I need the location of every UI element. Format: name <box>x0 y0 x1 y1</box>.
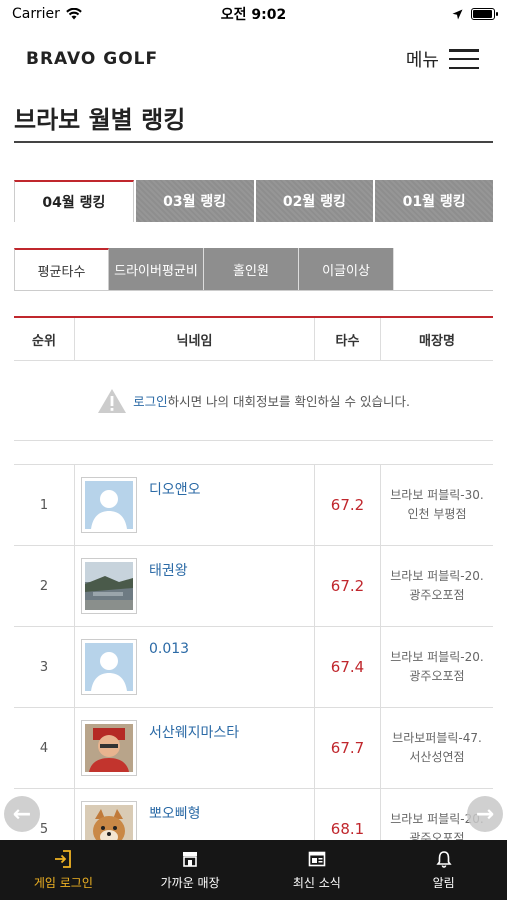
menu-button[interactable]: 메뉴 <box>406 46 479 72</box>
store-name: 브라보 퍼블릭-20. <box>390 569 484 583</box>
ranking-table: 순위 닉네임 타수 매장명 로그인하시면 나의 대회정보를 확인하실 수 있습니… <box>14 316 493 870</box>
hamburger-icon <box>449 49 479 69</box>
arrow-right-icon: → <box>475 801 495 827</box>
tab-average-strokes[interactable]: 평균타수 <box>14 248 109 290</box>
nickname-link[interactable]: 뽀오삐형 <box>149 803 201 823</box>
table-row[interactable]: 2 태권왕 67.2 브라보 퍼블릭-20. 광주오포점 <box>14 546 493 627</box>
nickname-cell: 서산웨지마스타 <box>75 708 315 788</box>
store-cell: 브라보 퍼블릭-30. 인천 부평점 <box>381 465 493 545</box>
tab-hole-in-one[interactable]: 홀인원 <box>204 248 299 290</box>
nickname-link[interactable]: 태권왕 <box>149 560 188 580</box>
store-icon <box>183 851 198 867</box>
news-icon <box>308 851 326 866</box>
store-branch: 인천 부평점 <box>407 507 467 521</box>
nickname-cell: 0.013 <box>75 627 315 707</box>
landscape-photo-icon <box>85 562 133 610</box>
nav-label: 최신 소식 <box>292 875 341 890</box>
person-photo-icon <box>85 724 133 772</box>
table-row[interactable]: 3 0.013 67.4 브라보 퍼블릭-20. 광주오포점 <box>14 627 493 708</box>
store-cell: 브라보퍼블릭-47. 서산성연점 <box>381 708 493 788</box>
avatar <box>81 558 137 614</box>
app-header: BRAVO GOLF 메뉴 <box>0 28 507 90</box>
nickname-link[interactable]: 디오앤오 <box>149 479 201 499</box>
nav-latest-news[interactable]: 최신 소식 <box>254 840 381 900</box>
table-spacer <box>14 441 493 465</box>
header-rank: 순위 <box>14 318 75 360</box>
nickname-link[interactable]: 서산웨지마스타 <box>149 722 239 742</box>
default-avatar-icon <box>85 481 133 529</box>
default-avatar-icon <box>85 643 133 691</box>
store-cell: 브라보 퍼블릭-20. 광주오포점 <box>381 627 493 707</box>
table-row[interactable]: 4 서산웨지마스타 67.7 브라보퍼블릭-47. 서산성연점 <box>14 708 493 789</box>
login-link[interactable]: 로그인 <box>133 394 168 409</box>
tab-month-04[interactable]: 04월 랭킹 <box>14 180 134 222</box>
table-row[interactable]: 1 디오앤오 67.2 브라보 퍼블릭-30. 인천 부평점 <box>14 465 493 546</box>
rank-cell: 3 <box>14 627 75 707</box>
table-header: 순위 닉네임 타수 매장명 <box>14 318 493 361</box>
nickname-cell: 디오앤오 <box>75 465 315 545</box>
store-branch: 광주오포점 <box>409 588 465 602</box>
avatar <box>81 720 137 776</box>
month-tabs: 04월 랭킹 03월 랭킹 02월 랭킹 01월 랭킹 <box>14 180 493 222</box>
score-cell: 67.2 <box>315 465 381 545</box>
title-divider <box>14 141 493 143</box>
nav-label: 게임 로그인 <box>33 875 93 890</box>
category-tabs: 평균타수 드라이버평균비 홀인원 이글이상 <box>14 248 493 291</box>
rank-cell: 1 <box>14 465 75 545</box>
nav-game-login[interactable]: 게임 로그인 <box>0 840 127 900</box>
login-icon <box>55 849 72 868</box>
store-name: 브라보퍼블릭-47. <box>392 731 482 745</box>
rank-cell: 2 <box>14 546 75 626</box>
nav-nearby-store[interactable]: 가까운 매장 <box>127 840 254 900</box>
rank-cell: 4 <box>14 708 75 788</box>
login-notice: 로그인하시면 나의 대회정보를 확인하실 수 있습니다. <box>14 361 493 441</box>
warning-icon <box>98 388 127 413</box>
store-name: 브라보 퍼블릭-30. <box>390 488 484 502</box>
header-store: 매장명 <box>419 333 455 349</box>
status-bar: Carrier 오전 9:02 <box>0 0 507 28</box>
page-title: 브라보 월별 랭킹 <box>14 106 186 134</box>
next-arrow-button[interactable]: → <box>467 796 503 832</box>
tab-month-02[interactable]: 02월 랭킹 <box>255 180 374 222</box>
store-branch: 서산성연점 <box>409 750 465 764</box>
nickname-link[interactable]: 0.013 <box>149 641 189 657</box>
tab-month-01[interactable]: 01월 랭킹 <box>375 180 493 222</box>
score-cell: 67.7 <box>315 708 381 788</box>
score-cell: 67.2 <box>315 546 381 626</box>
battery-icon <box>471 8 498 20</box>
header-nickname: 닉네임 <box>75 318 315 360</box>
avatar <box>81 639 137 695</box>
bottom-nav: 게임 로그인 가까운 매장 최신 소식 알림 <box>0 840 507 900</box>
menu-label: 메뉴 <box>405 50 439 71</box>
tab-driver-average[interactable]: 드라이버평균비 <box>109 248 204 290</box>
nav-label: 가까운 매장 <box>160 875 220 890</box>
store-branch: 광주오포점 <box>409 669 465 683</box>
store-name: 브라보 퍼블릭-20. <box>390 650 484 664</box>
prev-arrow-button[interactable]: ← <box>4 796 40 832</box>
tab-month-03[interactable]: 03월 랭킹 <box>135 180 254 222</box>
header-score: 타수 <box>315 318 381 360</box>
status-time: 오전 9:02 <box>220 7 287 23</box>
score-cell: 67.4 <box>315 627 381 707</box>
brand-logo[interactable]: BRAVO GOLF <box>26 49 158 69</box>
avatar <box>81 477 137 533</box>
bell-icon <box>436 850 452 868</box>
arrow-left-icon: ← <box>12 801 32 827</box>
nav-notifications[interactable]: 알림 <box>380 840 507 900</box>
notice-text: 하시면 나의 대회정보를 확인하실 수 있습니다. <box>167 394 410 409</box>
store-cell: 브라보 퍼블릭-20. 광주오포점 <box>381 546 493 626</box>
nav-label: 알림 <box>432 875 455 890</box>
tab-eagle[interactable]: 이글이상 <box>299 248 394 290</box>
nickname-cell: 태권왕 <box>75 546 315 626</box>
